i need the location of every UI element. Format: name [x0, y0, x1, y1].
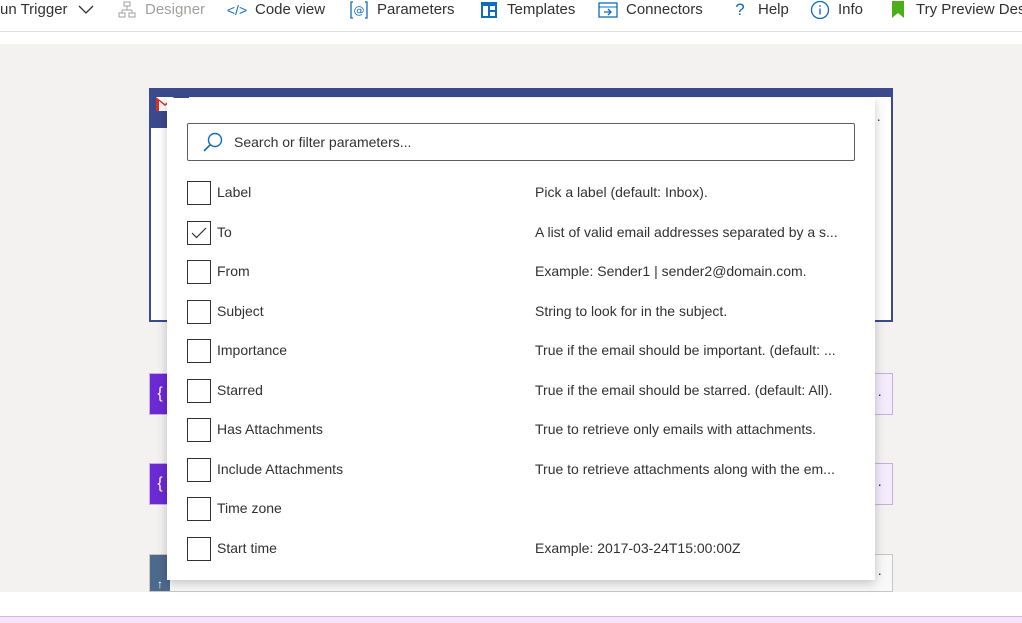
checkbox[interactable] [187, 300, 211, 324]
parameter-name: Time zone [217, 500, 282, 516]
info-icon [810, 0, 830, 20]
parameter-name: Importance [217, 342, 288, 358]
parameter-description: True to retrieve attachments along with … [535, 461, 835, 477]
designer-label: Designer [145, 1, 206, 18]
parameter-option-label[interactable]: Label Pick a label (default: Inbox). [187, 181, 855, 217]
connectors-label: Connectors [626, 1, 703, 18]
search-input[interactable] [232, 133, 816, 151]
parameter-name: Include Attachments [217, 461, 344, 477]
card-menu-icon[interactable]: · [877, 386, 882, 402]
parameters-label: Parameters [377, 1, 455, 18]
card-menu-icon[interactable]: · [876, 111, 881, 127]
checkbox[interactable] [187, 379, 211, 403]
parameter-description: Example: 2017-03-24T15:00:00Z [535, 540, 741, 556]
parameter-name: From [217, 263, 250, 279]
help-button[interactable]: ? Help [730, 0, 789, 20]
checkbox[interactable] [187, 537, 211, 561]
designer-toolbar: un Trigger Designer </> Code view @ Para… [0, 0, 1022, 32]
checkbox[interactable] [187, 339, 211, 363]
connectors-button[interactable]: Connectors [598, 0, 703, 20]
parameter-description: Example: Sender1 | sender2@domain.com. [535, 263, 807, 279]
checkbox[interactable] [187, 418, 211, 442]
checkbox-checked[interactable] [187, 221, 211, 245]
preview-flag-icon [888, 1, 908, 19]
parameter-option-subject[interactable]: Subject String to look for in the subjec… [187, 300, 855, 336]
parameter-name: Starred [217, 382, 263, 398]
parameter-search-box[interactable] [187, 123, 855, 161]
parameter-description: True to retrieve only emails with attach… [535, 421, 817, 437]
templates-button[interactable]: Templates [479, 0, 575, 20]
code-view-label: Code view [255, 1, 326, 18]
parameter-name: To [217, 224, 232, 240]
parameter-option-has-attachments[interactable]: Has Attachments True to retrieve only em… [187, 418, 855, 454]
code-view-button[interactable]: </> Code view [227, 0, 325, 20]
checkbox[interactable] [187, 458, 211, 482]
designer-button[interactable]: Designer [117, 0, 205, 20]
checkmark-icon [191, 227, 207, 239]
run-trigger-label: un Trigger [0, 1, 68, 18]
parameter-option-from[interactable]: From Example: Sender1 | sender2@domain.c… [187, 260, 855, 296]
parameter-option-include-attachments[interactable]: Include Attachments True to retrieve att… [187, 458, 855, 494]
card-menu-icon[interactable]: · [877, 476, 882, 492]
svg-text:@: @ [354, 4, 365, 17]
parameter-option-starred[interactable]: Starred True if the email should be star… [187, 379, 855, 415]
parameter-name: Has Attachments [217, 421, 323, 437]
parameter-description: String to look for in the subject. [535, 303, 728, 319]
parameter-name: Label [217, 184, 252, 200]
designer-icon [117, 1, 137, 19]
parameter-description: A list of valid email addresses separate… [535, 224, 838, 240]
connectors-icon [598, 1, 618, 19]
parameter-name: Start time [217, 540, 277, 556]
try-preview-label: Try Preview Des [916, 1, 1022, 18]
templates-icon [479, 1, 499, 19]
parameter-option-to[interactable]: To A list of valid email addresses separ… [187, 221, 855, 257]
card-menu-icon[interactable]: · [877, 565, 882, 581]
templates-label: Templates [507, 1, 576, 18]
parameters-button[interactable]: @ Parameters [349, 0, 455, 20]
parameter-description: True if the email should be important. (… [535, 342, 836, 358]
checkbox[interactable] [187, 260, 211, 284]
parameter-description: Pick a label (default: Inbox). [535, 184, 708, 200]
info-button[interactable]: Info [810, 0, 863, 20]
checkbox[interactable] [187, 181, 211, 205]
help-icon: ? [735, 0, 745, 19]
parameter-name: Subject [217, 303, 264, 319]
parameter-description: True if the email should be starred. (de… [535, 382, 833, 398]
parameter-option-importance[interactable]: Importance True if the email should be i… [187, 339, 855, 375]
try-preview-designer-button[interactable]: Try Preview Des [888, 0, 1022, 20]
parameters-icon: @ [349, 1, 369, 19]
add-parameter-dropdown: Label Pick a label (default: Inbox). To … [167, 98, 875, 580]
code-icon: </> [226, 2, 248, 18]
help-label: Help [758, 1, 789, 18]
chevron-down-icon [76, 1, 96, 19]
parameter-option-time-zone[interactable]: Time zone [187, 497, 855, 533]
search-icon [203, 132, 223, 152]
run-trigger-button[interactable]: un Trigger [0, 0, 96, 20]
parameter-option-start-time[interactable]: Start time Example: 2017-03-24T15:00:00Z [187, 537, 855, 573]
checkbox[interactable] [187, 497, 211, 521]
info-label: Info [838, 1, 864, 18]
